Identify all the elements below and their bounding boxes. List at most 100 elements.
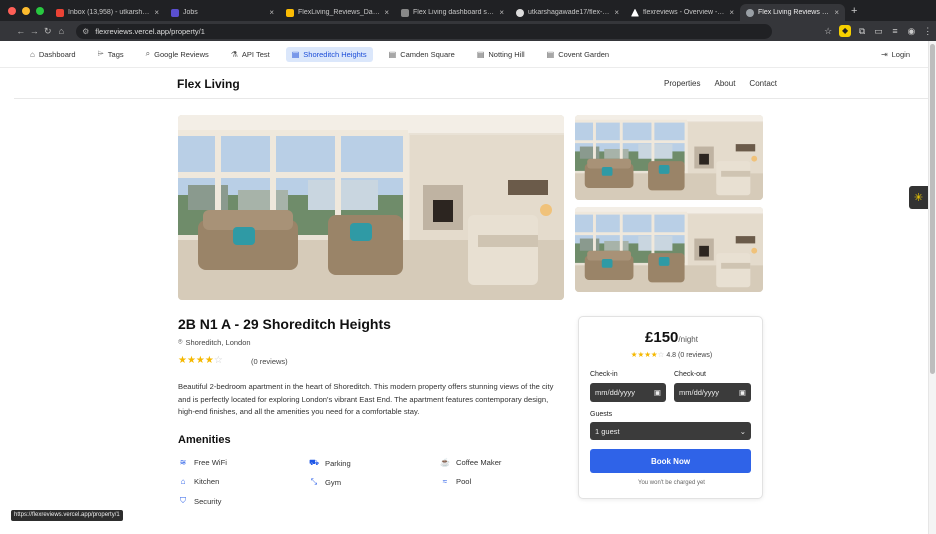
checkout-date-input[interactable]: mm/dd/yyyy ▣ bbox=[674, 383, 751, 402]
nav-link-about[interactable]: About bbox=[715, 79, 736, 88]
waves-icon: ≈ bbox=[442, 477, 448, 486]
maximize-window-button[interactable] bbox=[36, 6, 44, 15]
amenity-item: ⛉ Security bbox=[180, 496, 222, 506]
building-icon: ▤ bbox=[291, 49, 300, 59]
home-icon[interactable]: ⌂ bbox=[55, 26, 69, 36]
gmail-icon bbox=[56, 8, 64, 17]
nav-item-notting-hill[interactable]: ▤ Notting Hill bbox=[471, 47, 531, 62]
site-logo[interactable]: Flex Living bbox=[177, 77, 240, 91]
checkout-label: Check-out bbox=[674, 371, 706, 378]
close-tab-icon[interactable]: × bbox=[614, 8, 619, 17]
coffee-icon: ☕ bbox=[440, 458, 450, 467]
chevron-down-icon: ⌄ bbox=[739, 426, 746, 436]
search-icon: ⌕ bbox=[145, 49, 151, 58]
calendar-icon[interactable]: ▣ bbox=[654, 388, 661, 397]
browser-tab[interactable]: flexreviews - Overview - Vercel× bbox=[625, 4, 740, 21]
car-icon: ⛟ bbox=[309, 458, 320, 467]
nav-link-properties[interactable]: Properties bbox=[664, 79, 700, 88]
extensions-puzzle-icon[interactable]: ⧉ bbox=[854, 26, 870, 37]
nav-item-covent-garden[interactable]: ▤ Covent Garden bbox=[541, 47, 615, 62]
close-tab-icon[interactable]: × bbox=[269, 8, 274, 17]
nav-item-tags[interactable]: ⌲ Tags bbox=[92, 46, 130, 62]
nav-item-camden-square[interactable]: ▤ Camden Square bbox=[383, 47, 461, 62]
book-now-button[interactable]: Book Now bbox=[590, 449, 751, 473]
close-tab-icon[interactable]: × bbox=[154, 8, 159, 17]
side-panel-icon[interactable]: ▭ bbox=[870, 26, 886, 37]
site-settings-icon[interactable]: ⚙ bbox=[82, 27, 89, 36]
scrollbar-thumb[interactable] bbox=[930, 44, 935, 374]
amenity-item: ≈ Pool bbox=[440, 477, 471, 486]
close-tab-icon[interactable]: × bbox=[834, 8, 839, 17]
profile-avatar-icon[interactable]: ◉ bbox=[903, 26, 919, 37]
amenity-item: ⌂ Kitchen bbox=[178, 477, 220, 486]
booking-rating: ★★★★☆ 4.8 (0 reviews) bbox=[630, 350, 713, 359]
main-property-photo[interactable] bbox=[178, 115, 564, 300]
dumbbell-icon: ⤡ bbox=[310, 477, 318, 486]
site-nav: Properties About Contact bbox=[664, 79, 777, 88]
globe-icon bbox=[746, 8, 754, 17]
drive-icon bbox=[286, 8, 294, 17]
browser-tab-active[interactable]: Flex Living Reviews Dashboard× bbox=[740, 4, 845, 21]
amenity-item: ⛟ Parking bbox=[309, 458, 351, 468]
login-icon: ⇥ bbox=[880, 49, 888, 59]
amenity-item: ≋ Free WiFi bbox=[179, 458, 227, 467]
minimize-window-button[interactable] bbox=[22, 6, 30, 15]
browser-tab[interactable]: FlexLiving_Reviews_Dashboard× bbox=[280, 4, 395, 21]
reading-list-icon[interactable]: ≡ bbox=[887, 26, 903, 36]
close-window-button[interactable] bbox=[8, 6, 16, 15]
address-bar[interactable]: ⚙ flexreviews.vercel.app/property/1 bbox=[76, 23, 772, 39]
browser-tab[interactable]: Inbox (13,958) - utkarshagawade17@gmail.… bbox=[50, 4, 165, 21]
login-link[interactable]: ⇥ Login bbox=[881, 50, 910, 59]
calendar-icon[interactable]: ▣ bbox=[739, 388, 746, 397]
nav-item-api-test[interactable]: ⚗ API Test bbox=[225, 47, 276, 62]
charge-note: You won't be charged yet bbox=[638, 480, 705, 486]
browser-toolbar: ← → ↻ ⌂ ⚙ flexreviews.vercel.app/propert… bbox=[0, 21, 936, 41]
nav-item-shoreditch-heights[interactable]: ▤ Shoreditch Heights bbox=[285, 46, 373, 62]
tag-icon: ⌲ bbox=[97, 49, 104, 58]
browser-tab[interactable]: Jobs × bbox=[165, 4, 280, 21]
browser-tab-bar: Inbox (13,958) - utkarshagawade17@gmail.… bbox=[0, 0, 936, 21]
close-tab-icon[interactable]: × bbox=[729, 8, 734, 17]
chat-icon bbox=[401, 8, 409, 17]
review-count: (0 reviews) bbox=[251, 357, 288, 366]
guests-select[interactable]: 1 guest ⌄ bbox=[590, 422, 751, 440]
property-title: 2B N1 A - 29 Shoreditch Heights bbox=[178, 316, 391, 332]
building-icon: ▤ bbox=[388, 49, 397, 59]
floating-widget-icon[interactable]: ✳ bbox=[909, 186, 928, 209]
jobs-icon bbox=[171, 8, 179, 17]
app-nav-bar: ⌂ Dashboard ⌲ Tags ⌕ Google Reviews ⚗ API Te… bbox=[0, 41, 928, 68]
close-tab-icon[interactable]: × bbox=[499, 8, 504, 17]
bookmark-star-icon[interactable]: ☆ bbox=[820, 26, 836, 37]
home-icon: ⌂ bbox=[30, 49, 35, 59]
nav-link-contact[interactable]: Contact bbox=[749, 79, 777, 88]
guests-label: Guests bbox=[590, 411, 613, 418]
reload-icon[interactable]: ↻ bbox=[41, 26, 55, 37]
property-thumbnail[interactable] bbox=[575, 115, 763, 200]
building-icon: ▤ bbox=[476, 49, 485, 59]
flask-icon: ⚗ bbox=[230, 49, 238, 59]
nav-item-dashboard[interactable]: ⌂ Dashboard bbox=[24, 47, 82, 62]
checkin-date-input[interactable]: mm/dd/yyyy ▣ bbox=[590, 383, 666, 402]
extension-icon[interactable]: ◆ bbox=[839, 25, 851, 37]
amenities-heading: Amenities bbox=[178, 434, 231, 446]
github-icon bbox=[516, 8, 524, 17]
close-tab-icon[interactable]: × bbox=[384, 8, 389, 17]
rating-stars: ★★★★☆ bbox=[178, 355, 223, 366]
back-arrow-icon[interactable]: ← bbox=[14, 26, 28, 36]
wifi-icon: ≋ bbox=[179, 458, 187, 467]
kitchen-icon: ⌂ bbox=[180, 477, 186, 486]
site-header: Flex Living Properties About Contact bbox=[14, 68, 928, 99]
browser-tab[interactable]: utkarshagawade17/flex-reviews× bbox=[510, 4, 625, 21]
status-url: https://flexreviews.vercel.app/property/… bbox=[11, 510, 123, 521]
amenity-item: ☕ Coffee Maker bbox=[440, 458, 502, 467]
nav-item-google-reviews[interactable]: ⌕ Google Reviews bbox=[140, 46, 215, 62]
new-tab-button[interactable]: + bbox=[851, 5, 857, 17]
forward-arrow-icon[interactable]: → bbox=[28, 26, 42, 36]
browser-tab[interactable]: Flex Living dashboard setup × bbox=[395, 4, 510, 21]
browser-menu-icon[interactable]: ⋮ bbox=[920, 26, 936, 37]
property-thumbnail[interactable] bbox=[575, 207, 763, 292]
vercel-icon bbox=[631, 8, 639, 17]
window-controls bbox=[8, 6, 44, 15]
property-description: Beautiful 2-bedroom apartment in the hea… bbox=[178, 382, 554, 416]
rating-stars: ★★★★☆ bbox=[630, 350, 665, 359]
